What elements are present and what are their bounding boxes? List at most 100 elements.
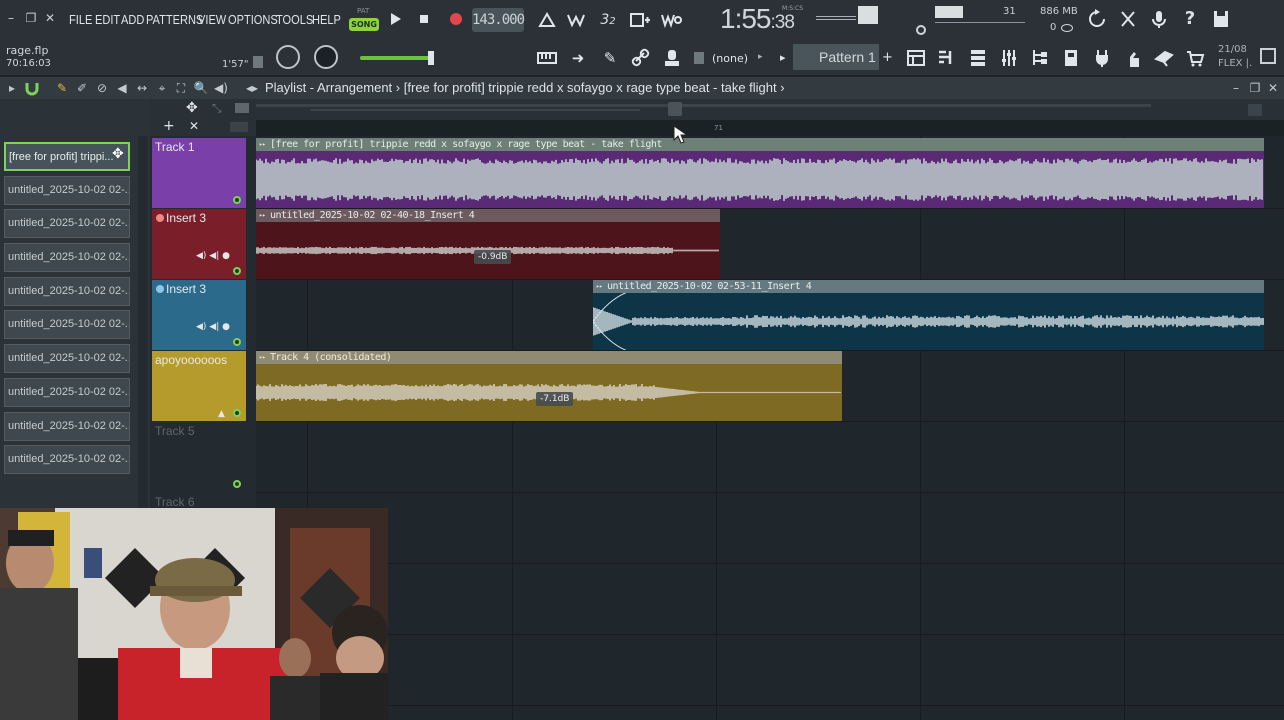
minimize-icon[interactable]: – <box>4 10 18 26</box>
slice-tool-icon[interactable]: ⌖ <box>154 80 170 96</box>
arrow-right-icon[interactable]: ➜ <box>567 47 589 69</box>
remove-track-button[interactable]: ✕ <box>189 119 199 133</box>
clip-gain-badge[interactable]: -7.1dB <box>536 392 574 406</box>
menu-options[interactable]: OPTIONS <box>228 12 278 27</box>
track-header[interactable]: Track 5 <box>152 422 246 492</box>
zoom-tool-icon[interactable]: 🔍 <box>193 80 209 96</box>
clip-label[interactable]: ▸▸ [free for profit] trippie redd x sofay… <box>256 138 1264 151</box>
clip-gain-badge[interactable]: -0.9dB <box>474 250 512 264</box>
horizontal-scrollbar[interactable] <box>256 104 1151 107</box>
play-icon[interactable] <box>386 10 404 28</box>
zoom-slider-icon[interactable] <box>1248 104 1262 116</box>
magnet-snap-icon[interactable] <box>24 80 40 96</box>
master-pitch-knob-icon[interactable] <box>916 25 926 35</box>
clip-label[interactable]: ▸▸ untitled_2025-10-02 02-53-11_Insert 4 <box>593 280 1264 293</box>
playlist-minimize-icon[interactable]: – <box>1228 80 1244 96</box>
news-label[interactable]: FLEX |. <box>1218 58 1252 69</box>
snap-arrow-icon[interactable]: ▸ <box>758 52 763 62</box>
track-mute-led[interactable] <box>233 196 241 204</box>
audio-clip[interactable]: ▸▸ Track 4 (consolidated) -7.1dB <box>256 351 842 421</box>
menu-view[interactable]: VIEW <box>198 12 226 27</box>
picker-item[interactable]: untitled_2025-10-02 02-... <box>4 176 130 205</box>
paint-brush-icon[interactable]: ✐ <box>74 80 90 96</box>
picker-scrollbar[interactable] <box>138 136 148 508</box>
link-icon[interactable] <box>630 47 652 69</box>
picker-item[interactable]: untitled_2025-10-02 02-... <box>4 310 130 339</box>
draw-pencil-icon[interactable]: ✎ <box>54 80 70 96</box>
clip-label[interactable]: ▸▸ Track 4 (consolidated) <box>256 351 842 364</box>
track-header[interactable]: Insert 3 ◀) ◀| ● <box>152 209 246 279</box>
master-volume-slider[interactable] <box>360 56 432 60</box>
add-pattern-button[interactable]: + <box>882 50 893 65</box>
touch-controller-icon[interactable] <box>1122 47 1144 69</box>
track-header[interactable]: Insert 3 ◀) ◀| ● <box>152 280 246 350</box>
stop-icon[interactable] <box>415 10 433 28</box>
mixer-link-icon[interactable] <box>156 285 164 293</box>
track-header[interactable]: apoyoooooos ▲ <box>152 351 246 421</box>
playlist-maximize-icon[interactable]: ❐ <box>1247 80 1263 96</box>
timeline-ruler[interactable] <box>256 120 1284 136</box>
mixer-icon[interactable] <box>998 47 1020 69</box>
stamp-icon[interactable] <box>661 47 683 69</box>
typing-keyboard-icon[interactable] <box>536 47 558 69</box>
clip-menu-icon[interactable]: ▸▸ <box>259 209 266 222</box>
menu-add[interactable]: ADD <box>121 12 144 27</box>
loop-record-icon[interactable] <box>659 9 683 31</box>
picker-item[interactable]: untitled_2025-10-02 02-... <box>4 243 130 272</box>
picker-move-icon[interactable]: ✥ <box>112 146 124 162</box>
help-icon[interactable]: ? <box>1179 8 1201 30</box>
step-edit-icon[interactable] <box>628 9 652 31</box>
audio-clip[interactable]: ▸▸ untitled_2025-10-02 02-53-11_Insert 4 <box>593 280 1264 350</box>
picker-item[interactable]: untitled_2025-10-02 02-... <box>4 445 130 474</box>
panic-icon[interactable] <box>1117 8 1139 30</box>
master-volume-knob[interactable] <box>276 45 300 69</box>
clip-label[interactable]: ▸▸ untitled_2025-10-02 02-40-18_Insert 4 <box>256 209 720 222</box>
master-pitch-knob[interactable] <box>314 45 338 69</box>
slip-tool-icon[interactable]: ↔ <box>134 80 150 96</box>
mute-tool-icon[interactable]: ◀ <box>114 80 130 96</box>
pat-song-toggle[interactable]: PAT SONG <box>349 7 379 33</box>
volume-slider-handle[interactable] <box>428 51 434 65</box>
metronome-icon[interactable] <box>536 9 558 31</box>
tempo-display[interactable]: 143.000 <box>472 8 525 32</box>
restore-icon[interactable]: ❐ <box>24 10 38 26</box>
picker-item[interactable]: untitled_2025-10-02 02-... <box>4 209 130 238</box>
wait-input-icon[interactable] <box>565 9 589 31</box>
menu-tools[interactable]: TOOLS <box>276 12 313 27</box>
add-track-button[interactable]: + <box>163 118 175 134</box>
scrollbar-thumb[interactable] <box>668 102 682 116</box>
track-mute-led[interactable] <box>233 267 241 275</box>
playlist-close-icon[interactable]: ✕ <box>1265 80 1281 96</box>
track-mute-led[interactable] <box>233 480 241 488</box>
playback-tool-icon[interactable]: ◀) <box>213 80 229 96</box>
picker-item[interactable]: untitled_2025-10-02 02-... <box>4 277 130 306</box>
view-mode-icon[interactable] <box>235 103 249 113</box>
select-tool-icon[interactable]: ⛶ <box>173 80 189 96</box>
clip-menu-icon[interactable]: ▸▸ <box>596 280 603 293</box>
piano-roll-icon[interactable] <box>936 47 958 69</box>
channel-settings-icon[interactable] <box>1060 47 1082 69</box>
nudge-icon[interactable]: ✥ <box>186 100 198 116</box>
pattern-prev-icon[interactable]: ▸ <box>780 51 786 64</box>
snap-selector[interactable]: (none) <box>712 52 748 65</box>
clip-menu-icon[interactable]: ▸▸ <box>259 351 266 364</box>
menu-file[interactable]: FILE <box>69 12 92 27</box>
menu-help[interactable]: HELP <box>312 12 341 27</box>
picker-item[interactable]: untitled_2025-10-02 02-... <box>4 412 130 441</box>
menu-patterns[interactable]: PATTERNS <box>146 12 203 27</box>
track-header[interactable]: Track 6 <box>152 493 246 509</box>
audio-clip[interactable]: ▸▸ [free for profit] trippie redd x sofay… <box>256 138 1264 208</box>
close-icon[interactable]: ✕ <box>43 10 57 26</box>
track-header[interactable]: Track 1 <box>152 138 246 208</box>
plugin-database-icon[interactable] <box>1153 47 1175 69</box>
track-height-icon[interactable] <box>230 122 248 132</box>
countdown-icon[interactable]: 32 <box>596 9 620 31</box>
playlist-menu-arrow-icon[interactable]: ▸ <box>4 80 20 96</box>
channel-rack-icon[interactable] <box>967 47 989 69</box>
menu-edit[interactable]: EDIT <box>95 12 120 27</box>
mixer-link-icon[interactable] <box>156 214 164 222</box>
pattern-selector[interactable]: Pattern 1 <box>793 44 879 70</box>
clip-menu-icon[interactable]: ▸▸ <box>259 138 266 151</box>
plugin-picker-icon[interactable] <box>1091 47 1113 69</box>
record-icon[interactable] <box>446 9 466 29</box>
